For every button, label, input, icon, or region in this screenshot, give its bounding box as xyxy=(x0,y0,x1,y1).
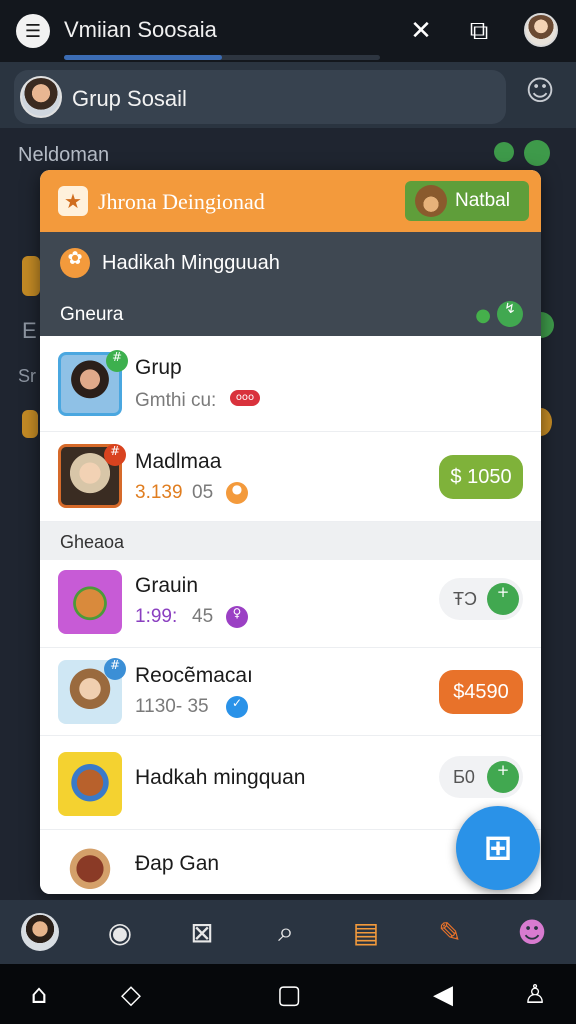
search-icon[interactable]: ⌕ xyxy=(266,912,306,952)
item-name: Grauin xyxy=(135,574,199,597)
back-icon[interactable]: ◇ xyxy=(116,980,146,1010)
group-pill[interactable]: Grup Sosail xyxy=(14,70,506,124)
item-time: 1:99: xyxy=(135,606,178,627)
screen-share-icon[interactable]: ⧉ xyxy=(462,14,496,48)
pill-count: ŦƆ xyxy=(453,589,477,609)
folder-icon[interactable]: ▤ xyxy=(346,912,386,952)
action-pill[interactable]: ŦƆ + xyxy=(439,578,523,620)
system-nav-bar: ⌂ ◇ ▢ ◀ ♙ xyxy=(0,964,576,1024)
background-section-label: Neldoman xyxy=(18,144,110,166)
chat-icon[interactable]: ◉ xyxy=(100,912,140,952)
bottom-tab-bar: ◉ ⊠ ⌕ ▤ ✎ ☻ xyxy=(0,900,576,964)
person-icon[interactable]: ♙ xyxy=(520,980,550,1010)
subheader-title: Hadikah Mingguuah xyxy=(102,252,280,274)
grid-plus-icon[interactable]: ⊞ xyxy=(456,806,540,890)
red-badge: ooo xyxy=(230,390,260,406)
item-meta: Gmthi cu: xyxy=(135,390,217,411)
group-avatar xyxy=(20,76,62,118)
item-count: 3.139 xyxy=(135,482,183,503)
user-avatar[interactable] xyxy=(524,13,558,47)
coin-icon: ● xyxy=(226,482,248,504)
background-badge xyxy=(22,410,38,438)
section-header-1: Gneura ● ↯ xyxy=(40,292,541,336)
bot-icon[interactable]: ☺ xyxy=(524,74,556,107)
status-icon: ♀ xyxy=(226,606,248,628)
tag-badge-icon: # xyxy=(104,658,126,680)
menu-icon: ☰ xyxy=(24,20,42,42)
weekly-subheader: ✿ Hadikah Mingguuah xyxy=(40,232,541,292)
header-action-label: Natbal xyxy=(455,190,510,211)
profile-icon[interactable] xyxy=(21,913,59,951)
section-header-2: Gheaoa xyxy=(40,522,541,560)
list-item[interactable]: # Reocẽmacaı 1130- 35 ✓ $4590 xyxy=(40,648,541,736)
group-header: Grup Sosail xyxy=(0,62,576,128)
group-name: Grup Sosail xyxy=(72,86,187,111)
monkey-icon xyxy=(415,185,447,217)
price-button[interactable]: $4590 xyxy=(439,670,523,714)
play-icon[interactable]: ◀ xyxy=(428,980,458,1010)
section-label: Gneura xyxy=(60,304,124,325)
item-name: Reocẽmacaı xyxy=(135,664,253,687)
price-button[interactable]: $ 1050 xyxy=(439,455,523,499)
group-list-card: ★ Jhrona Deingionad Natbal ✿ Hadikah Min… xyxy=(40,170,541,894)
pin-icon xyxy=(494,142,514,162)
list-item[interactable]: # Grup Gmthi cu: ooo xyxy=(40,336,541,432)
top-bar: ☰ Vmiian Soosaia ✕ ⧉ xyxy=(0,0,576,62)
add-icon[interactable]: + xyxy=(487,583,519,615)
gift-icon: ★ xyxy=(58,186,88,216)
card-header-title: Jhrona Deingionad xyxy=(98,189,265,214)
tag-badge-icon: # xyxy=(106,350,128,372)
section-action-icon[interactable]: ↯ xyxy=(497,301,523,327)
close-icon[interactable]: ✕ xyxy=(404,14,438,48)
item-meta: 45 xyxy=(192,606,214,627)
action-pill[interactable]: Ƃ0 + xyxy=(439,756,523,798)
background-fragment-e: E xyxy=(22,318,37,343)
section-label: Gheaoa xyxy=(60,532,125,552)
item-meta: 1130- 35 xyxy=(135,696,209,717)
home-icon[interactable]: ⌂ xyxy=(24,980,54,1010)
item-name: Đap Gan xyxy=(135,852,220,875)
item-thumbnail xyxy=(58,752,122,816)
tag-badge-icon: # xyxy=(104,444,126,466)
background-thumb xyxy=(22,256,40,296)
action-icon xyxy=(524,140,550,166)
list-item[interactable]: Grauin 1:99: 45 ♀ ŦƆ + xyxy=(40,560,541,648)
item-name: Grup xyxy=(135,356,182,379)
item-meta: 05 xyxy=(192,482,214,503)
pin-icon[interactable]: ● xyxy=(475,305,491,326)
menu-button[interactable]: ☰ xyxy=(16,14,50,48)
add-icon[interactable]: + xyxy=(487,761,519,793)
loading-progress xyxy=(64,55,380,60)
pill-count: Ƃ0 xyxy=(453,767,475,787)
crossed-squares-icon[interactable]: ⊠ xyxy=(182,912,222,952)
card-header: ★ Jhrona Deingionad Natbal xyxy=(40,170,541,232)
app-title: Vmiian Soosaia xyxy=(64,17,217,42)
item-name: Hadkah mingquan xyxy=(135,766,306,789)
verified-icon: ✓ xyxy=(226,696,248,718)
list-item[interactable]: # Madlmaa 3.139 05 ● $ 1050 xyxy=(40,432,541,522)
header-action-button[interactable]: Natbal xyxy=(405,181,529,221)
progress-fill xyxy=(64,55,222,60)
pencil-icon[interactable]: ✎ xyxy=(430,912,470,952)
list-item[interactable]: Hadkah mingquan Ƃ0 + xyxy=(40,736,541,830)
character-icon[interactable]: ☻ xyxy=(512,912,552,952)
square-icon[interactable]: ▢ xyxy=(274,980,304,1010)
item-name: Madlmaa xyxy=(135,450,222,473)
background-fragment-sr: Sr xyxy=(18,366,36,386)
item-thumbnail xyxy=(58,570,122,634)
flower-icon: ✿ xyxy=(60,248,90,278)
item-thumbnail xyxy=(58,838,122,894)
